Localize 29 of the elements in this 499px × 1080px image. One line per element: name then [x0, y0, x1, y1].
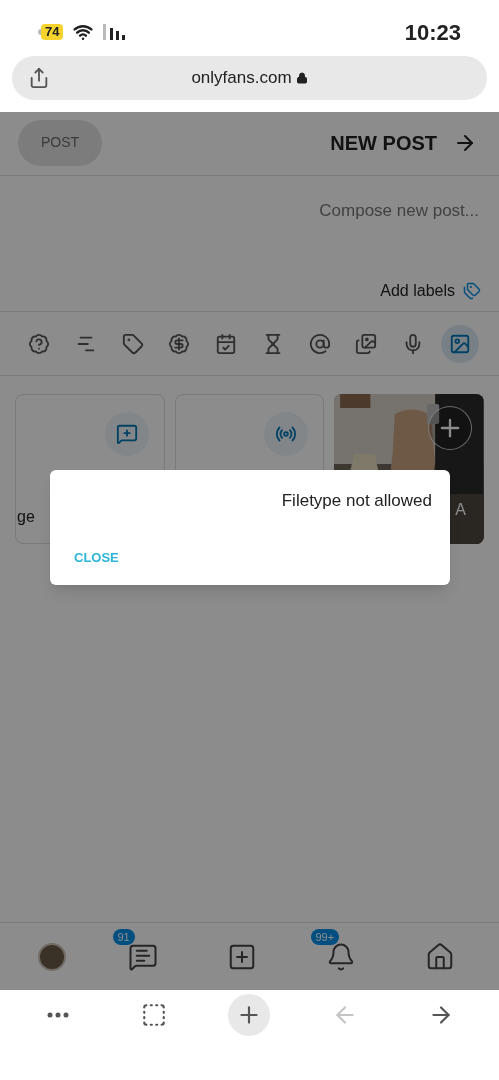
dialog-message: Filetype not allowed: [281, 490, 432, 512]
battery-level: 74: [41, 24, 64, 40]
url-text: onlyfans.com: [191, 67, 292, 90]
gallery-icon: [355, 332, 378, 355]
labels-icon: [463, 281, 481, 300]
avatar[interactable]: [37, 942, 66, 971]
share-icon[interactable]: [28, 67, 50, 89]
wifi-icon: [73, 22, 94, 42]
help-badge-icon: [28, 332, 50, 355]
message-plus-icon: [115, 423, 138, 445]
media-tool-button[interactable]: [440, 324, 479, 363]
tag-icon: [121, 332, 144, 355]
more-icon: [46, 1012, 69, 1018]
signal-icon: [103, 24, 128, 40]
lock-icon: [295, 72, 308, 84]
compose-field[interactable]: Compose new post...: [20, 198, 479, 224]
count-badge: 91: [112, 928, 135, 945]
add-labels-link[interactable]: Add labels: [380, 278, 455, 303]
page-title: NEW POST: [330, 130, 437, 156]
calendar-icon: [215, 332, 238, 355]
browser-button[interactable]: [228, 994, 271, 1036]
address-bar[interactable]: onlyfans.com: [12, 56, 487, 100]
at-sign-icon: [308, 332, 331, 355]
image-icon: [448, 332, 471, 355]
dollar-badge-icon: [168, 332, 191, 355]
card-label: ge: [17, 507, 35, 527]
count-badge: 99+: [310, 928, 340, 945]
card-label: A: [455, 500, 466, 520]
clock-time: 10:23: [404, 18, 461, 47]
